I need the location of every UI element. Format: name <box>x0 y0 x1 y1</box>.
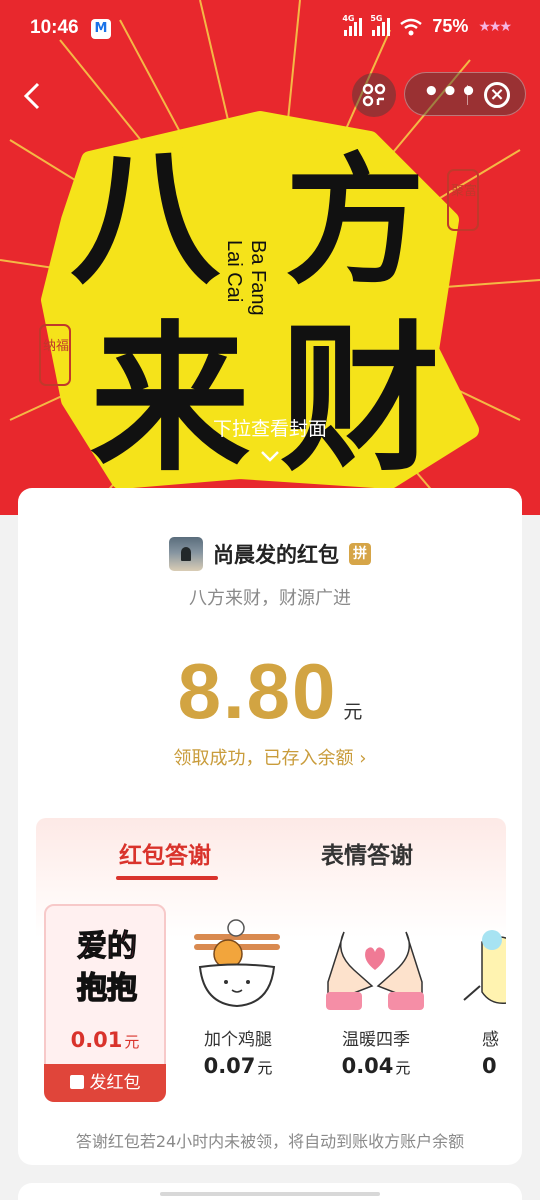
gift-price-unit: 元 <box>257 1059 273 1077</box>
scan-cover-button[interactable] <box>352 73 396 117</box>
gift-price-value: 0.01 <box>70 1028 123 1052</box>
gift-option-drumstick[interactable]: 加个鸡腿 0.07 元 <box>176 904 300 1100</box>
art-pinyin-1: Ba Fang <box>247 240 269 316</box>
thanks-footnote: 答谢红包若24小时内未被领，将自动到账收方账户余额 <box>75 1132 465 1151</box>
net-4g-label: 4G <box>342 13 355 23</box>
signal-4g-icon: 4G <box>342 14 363 36</box>
received-balance-link[interactable]: 领取成功，已存入余额 › <box>18 744 522 770</box>
send-button-label: 发红包 <box>89 1073 141 1093</box>
gift-price-unit: 元 <box>124 1033 140 1051</box>
sender-avatar[interactable] <box>169 537 203 571</box>
chevron-down-icon <box>261 451 279 462</box>
art-seal-left: 纳福 <box>43 339 69 354</box>
drumstick-bowl-icon <box>194 919 280 1008</box>
art-seal-right: 聚富 <box>451 183 477 199</box>
amount-display: 8.80 元 <box>18 646 522 736</box>
battery-percent: 75% <box>432 16 469 36</box>
amount-unit: 元 <box>343 701 363 723</box>
art-pinyin-2: Lai Cai <box>223 240 245 302</box>
gift-price: 0.01 元 <box>46 1028 164 1052</box>
gift-label: 温暖四季 <box>342 1030 410 1050</box>
scan-icon <box>362 83 386 107</box>
gift-price-value: 0.07 <box>203 1054 256 1078</box>
net-5g-label: 5G <box>370 13 383 23</box>
active-tab-indicator <box>116 876 218 880</box>
wifi-icon <box>400 18 423 35</box>
sender-row: 尚晨发的红包 拼 <box>18 536 522 572</box>
gift-price-value: 0.04 <box>341 1054 394 1078</box>
partial-gift-icon <box>463 930 506 1004</box>
status-bar: 10:46 M 4G 5G 75% ★★★ <box>0 0 540 58</box>
thanks-panel: 红包答谢 表情答谢 爱的 抱抱 0.01 元 发红包 加个鸡腿 0.07 元 温… <box>36 818 506 1118</box>
hug-sticker-icon: 爱的 抱抱 <box>76 929 138 1007</box>
chevron-left-icon <box>23 82 40 110</box>
back-button[interactable] <box>14 78 50 114</box>
tab-redpacket-thanks[interactable]: 红包答谢 <box>119 836 211 870</box>
art-char-1: 八 <box>70 130 221 306</box>
capsule-divider <box>467 85 468 105</box>
sender-name: 尚晨发的红包 <box>213 543 339 567</box>
status-icons: 4G 5G 75% ★★★ <box>342 14 512 37</box>
gift-option-partial[interactable]: 感 0 <box>452 904 506 1100</box>
hug-title-line2: 抱抱 <box>77 971 137 1006</box>
close-icon[interactable]: × <box>484 82 510 108</box>
gift-price: 0.04 元 <box>314 1054 438 1078</box>
signal-5g-icon: 5G <box>370 14 391 36</box>
more-options-icon[interactable]: ••• <box>423 77 479 107</box>
heart-hands-icon <box>326 931 424 1010</box>
gift-price: 0 <box>452 1054 506 1078</box>
tab-emoji-thanks[interactable]: 表情答谢 <box>321 836 413 870</box>
art-char-3: 来 <box>90 305 250 493</box>
gift-price-unit: 元 <box>395 1059 411 1077</box>
redpacket-icon <box>69 1075 84 1089</box>
chevron-right-icon: › <box>359 748 367 769</box>
gift-option-hug[interactable]: 爱的 抱抱 0.01 元 发红包 <box>44 904 166 1102</box>
art-char-4: 财 <box>280 305 440 493</box>
send-redpacket-button[interactable]: 发红包 <box>44 1064 166 1102</box>
gift-label: 加个鸡腿 <box>204 1030 272 1050</box>
red-packet-detail-card: 尚晨发的红包 拼 八方来财，财源广进 8.80 元 领取成功，已存入余额 › 红包… <box>18 488 522 1165</box>
gift-price-value: 0 <box>482 1054 497 1078</box>
gift-label: 感 <box>482 1030 499 1050</box>
hug-title-line1: 爱的 <box>77 929 137 964</box>
pull-down-hint: 下拉查看封面 <box>212 418 327 440</box>
bottom-sheet-handle[interactable] <box>160 1192 380 1196</box>
received-text: 领取成功，已存入余额 <box>173 748 354 769</box>
amount-value: 8.80 <box>177 647 338 735</box>
greeting-message: 八方来财，财源广进 <box>189 588 351 609</box>
mini-program-capsule: ••• × <box>404 72 526 116</box>
gift-price: 0.07 元 <box>176 1054 300 1078</box>
mail-notification-icon: M <box>91 19 111 39</box>
pin-badge: 拼 <box>349 543 371 565</box>
battery-icon: ★★★ <box>478 18 512 35</box>
gift-option-heart-hands[interactable]: 温暖四季 0.04 元 <box>314 904 438 1100</box>
status-time: 10:46 <box>30 17 79 38</box>
art-char-2: 方 <box>285 140 425 304</box>
